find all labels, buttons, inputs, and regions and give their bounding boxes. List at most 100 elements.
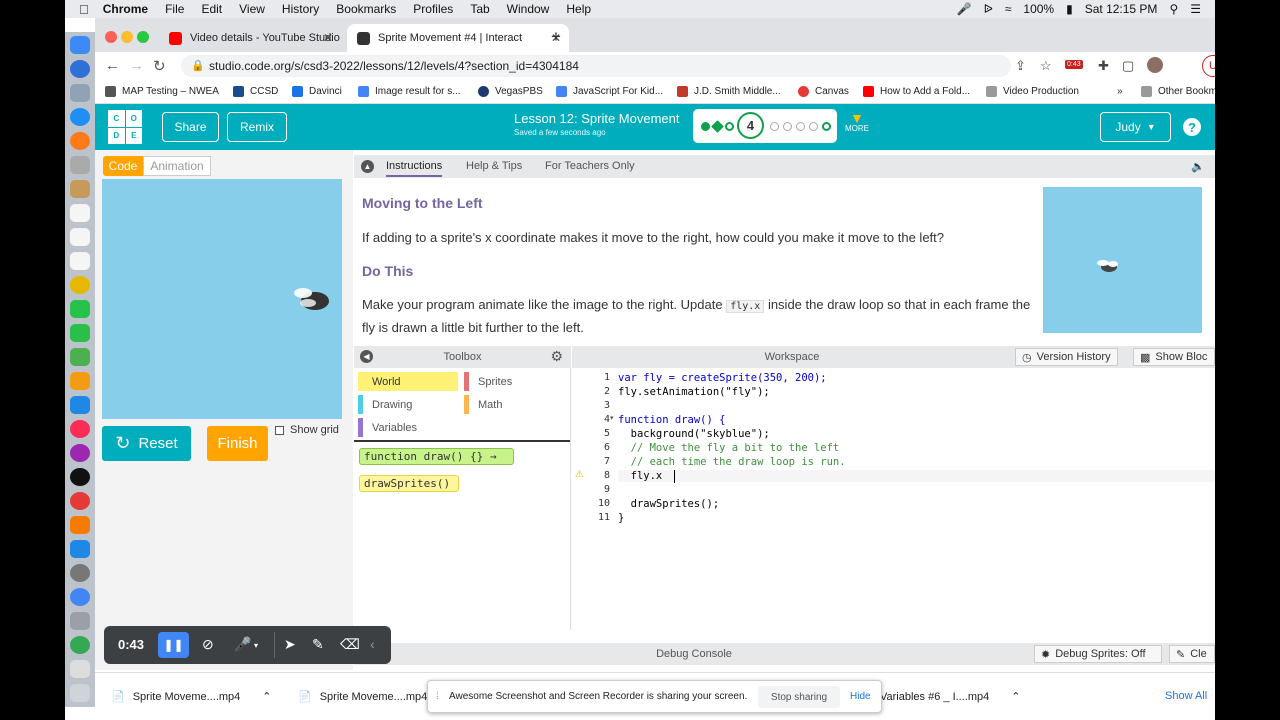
collapse-icon[interactable]: ▲ [361, 160, 374, 173]
category-world[interactable]: World [358, 372, 458, 391]
bookmark-how-to-add-folder[interactable]: How to Add a Fold... [863, 86, 970, 97]
settings-icon[interactable] [70, 564, 90, 582]
code-org-logo[interactable]: C O D E [108, 110, 142, 144]
finish-button[interactable]: Finish [207, 426, 268, 461]
clear-console-button[interactable]: ✎ Cle [1169, 645, 1215, 663]
pages-icon[interactable] [70, 372, 90, 390]
bookmark-davinci[interactable]: Davinci [292, 86, 342, 97]
safari-icon[interactable] [70, 108, 90, 126]
tab-help-tips[interactable]: Help & Tips [466, 160, 522, 172]
podcasts-icon[interactable] [70, 444, 90, 462]
level-bubble[interactable] [809, 122, 818, 131]
news-icon[interactable] [70, 492, 90, 510]
firefox-icon[interactable] [70, 132, 90, 150]
pen-tool-icon[interactable]: ✎ [312, 636, 324, 653]
tv-icon[interactable] [70, 468, 90, 486]
rocket-icon[interactable] [70, 84, 90, 102]
level-bubble[interactable] [725, 122, 734, 131]
photos-icon[interactable] [70, 276, 90, 294]
collapse-chevron-icon[interactable]: ‹ [370, 636, 375, 652]
remix-button[interactable]: Remix [227, 112, 287, 142]
help-icon[interactable]: ? [1183, 118, 1201, 136]
menu-tab[interactable]: Tab [470, 2, 489, 16]
apple-icon[interactable]:  [79, 2, 89, 17]
close-tab-icon[interactable]: ✕ [323, 31, 333, 45]
new-tab-button[interactable]: + [551, 27, 561, 47]
fold-arrow-icon[interactable]: ▾ [610, 414, 614, 422]
close-window-button[interactable] [105, 31, 117, 43]
tab-sprite-movement[interactable]: Sprite Movement #4 | Interact ✕ [347, 24, 569, 52]
more-levels-button[interactable]: ▼ MORE [845, 111, 869, 133]
draw-sprites-block[interactable]: drawSprites() [359, 475, 459, 492]
tab-instructions[interactable]: Instructions [386, 160, 443, 177]
category-drawing[interactable]: Drawing [358, 395, 458, 414]
menu-edit[interactable]: Edit [201, 2, 222, 16]
numbers-icon[interactable] [70, 348, 90, 366]
bookmark-other[interactable]: Other Bookm [1141, 86, 1215, 97]
keynote-icon[interactable] [70, 396, 90, 414]
preview-icon[interactable] [70, 612, 90, 630]
facetime-icon[interactable] [70, 324, 90, 342]
reset-button[interactable]: ↻ Reset [102, 426, 191, 461]
sidebar-icon[interactable]: ▢ [1122, 58, 1134, 74]
forward-arrow-icon[interactable]: → [129, 57, 144, 74]
trash-icon[interactable] [70, 684, 90, 702]
music-icon[interactable] [70, 420, 90, 438]
bookmark-video-production[interactable]: Video Production [986, 86, 1079, 97]
stop-sharing-button[interactable]: Stop sharing [758, 686, 840, 708]
drag-handle-icon[interactable]: ⁞ [436, 691, 439, 702]
search-icon[interactable]: ⚲ [1169, 2, 1178, 16]
menu-view[interactable]: View [239, 2, 265, 16]
share-button[interactable]: Share [162, 112, 219, 142]
show-grid-checkbox[interactable]: Show grid [275, 424, 339, 436]
code-mode-toggle[interactable]: Code [103, 156, 143, 176]
menu-window[interactable]: Window [507, 2, 550, 16]
update-button[interactable]: Update [1202, 55, 1215, 77]
chevron-up-icon[interactable]: ⌃ [262, 690, 271, 703]
mic-options-chevron-icon[interactable]: ▾ [254, 641, 258, 650]
cursor-tool-icon[interactable]: ➤ [284, 636, 296, 653]
microphone-icon[interactable]: 🎤 [234, 636, 251, 653]
back-arrow-icon[interactable]: ← [105, 57, 120, 74]
battery-icon[interactable]: ▮ [1066, 2, 1073, 16]
category-variables[interactable]: Variables [358, 418, 458, 437]
category-sprites[interactable]: Sprites [464, 372, 564, 391]
tab-for-teachers[interactable]: For Teachers Only [545, 160, 635, 172]
download-item[interactable]: Variables #6 _ I....mp4 ⌃ [880, 690, 1020, 704]
bookmark-star-icon[interactable]: ☆ [1040, 58, 1052, 74]
notes-icon[interactable] [70, 180, 90, 198]
finder-icon[interactable] [70, 36, 90, 54]
level-bubble[interactable] [822, 122, 831, 131]
chrome-icon[interactable] [70, 588, 90, 606]
eraser-tool-icon[interactable]: ⌫ [340, 636, 360, 653]
user-menu-button[interactable]: Judy ▼ [1100, 112, 1171, 142]
app-icon[interactable] [70, 636, 90, 654]
menu-history[interactable]: History [282, 2, 319, 16]
bookmark-jd-smith[interactable]: J.D. Smith Middle... [677, 86, 781, 97]
camera-off-icon[interactable]: ⊘ [202, 636, 214, 653]
function-draw-block[interactable]: function draw() {} → [359, 448, 514, 465]
show-all-downloads-link[interactable]: Show All [1165, 690, 1207, 702]
profile-avatar-icon[interactable] [1147, 57, 1163, 73]
code-editor[interactable]: ⚠ 1 2 3 4 5 6 7 8 9 10 11 ▾ var fly = cr… [572, 368, 1215, 630]
control-center-icon[interactable]: ☰ [1190, 2, 1201, 16]
download-item[interactable]: 📄 Sprite Moveme....mp4 [298, 690, 427, 704]
bookmark-map-testing[interactable]: MAP Testing – NWEA [105, 86, 219, 97]
game-canvas[interactable] [102, 179, 342, 419]
messages-icon[interactable] [70, 300, 90, 318]
tab-youtube-studio[interactable]: Video details - YouTube Studio ✕ [159, 24, 341, 52]
category-math[interactable]: Math [464, 395, 564, 414]
bookmark-vegaspbs[interactable]: VegasPBS [478, 86, 543, 97]
show-blocks-button[interactable]: ▩ Show Bloc [1133, 348, 1215, 366]
reminders-icon[interactable] [70, 228, 90, 246]
gear-icon[interactable]: ⚙ [550, 348, 563, 365]
animation-mode-toggle[interactable]: Animation [143, 156, 211, 176]
level-bubble[interactable] [701, 122, 710, 131]
menu-help[interactable]: Help [566, 2, 591, 16]
current-level-bubble[interactable]: 4 [737, 112, 764, 139]
download-item[interactable]: 📄 Sprite Moveme....mp4 ⌃ [111, 690, 272, 704]
chevron-up-icon[interactable]: ⌃ [1011, 690, 1020, 703]
version-history-button[interactable]: ◷ Version History [1015, 348, 1118, 366]
battery-percent[interactable]: 100% [1023, 2, 1054, 16]
bookmark-ccsd[interactable]: CCSD [233, 86, 278, 97]
